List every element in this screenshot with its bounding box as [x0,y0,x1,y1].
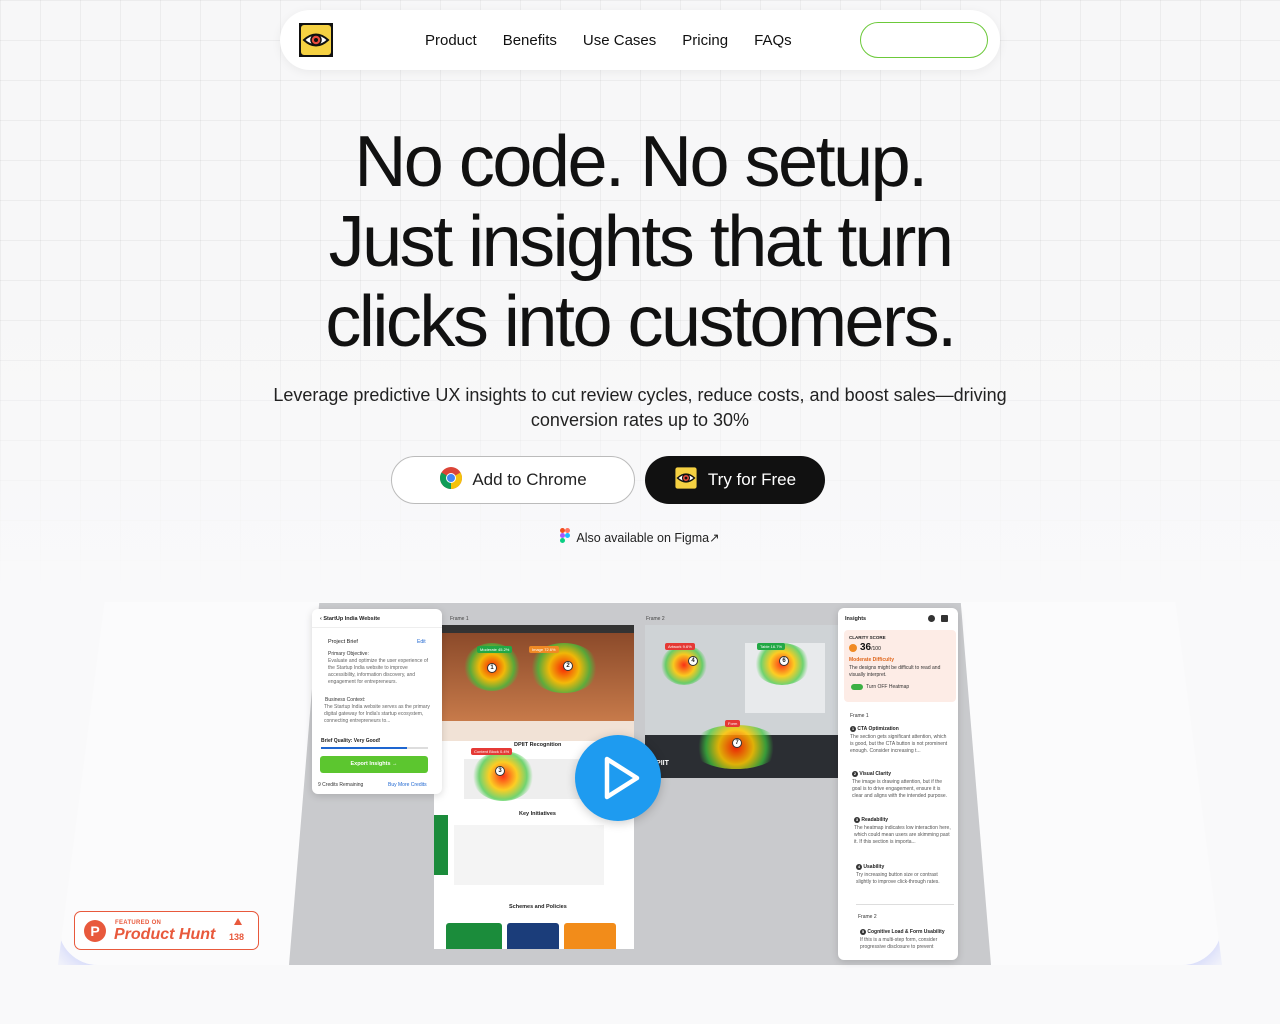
upvote-arrow-icon [234,918,242,925]
brief-label: Project Brief [328,639,358,645]
site-section-2: Schemes and Policies [509,904,567,910]
add-to-chrome-label: Add to Chrome [472,470,587,489]
chrome-icon [439,466,463,495]
add-to-chrome-button[interactable]: Add to Chrome [391,456,635,504]
nav-link-faqs[interactable]: FAQs [754,32,792,49]
figma-availability[interactable]: Also available on Figma↗ [0,528,1280,546]
product-hunt-logo-icon: P [84,920,106,942]
frame2-heading: Frame 2 [858,914,877,920]
insight-item[interactable]: 4 Usability Try increasing button size o… [856,864,954,886]
frame2-tag: Table 16.7% [757,643,786,650]
insights-title: Insights [845,616,867,622]
frame1-heading: Frame 1 [850,713,869,719]
insight-item[interactable]: 2 Visual Clarity The image is drawing at… [852,771,952,800]
score-emoji-icon [849,644,857,652]
play-video-button[interactable] [575,735,661,821]
marker-4[interactable]: 4 [688,656,698,666]
marker-2[interactable]: 2 [563,661,573,671]
hero-subtext: Leverage predictive UX insights to cut r… [273,385,1007,430]
site-section-1: Key Initiatives [519,811,556,817]
score-note: The designs might be difficult to read a… [849,665,941,678]
marker-3[interactable]: 3 [495,766,505,776]
context-title: Business Context: [325,697,366,703]
buy-credits-link[interactable]: Buy More Credits [388,782,427,789]
nav-cta-button[interactable] [860,22,988,58]
frame1-label: Frame 1 [450,616,469,622]
frame1-tag: Image 72.6% [529,646,559,653]
figma-link[interactable]: Also available on Figma↗ [576,530,719,545]
brief-quality: Brief Quality: Very Good! [321,738,381,744]
site-heading: DPIIT Recognition [514,742,562,748]
headline-line-1: No code. No setup. [354,122,928,202]
ph-upvote-count: 138 [229,932,245,942]
objective-text: Evaluate and optimize the user experienc… [328,658,429,685]
insight-item[interactable]: 3 Readability The heatmap indicates low … [854,817,954,846]
frame1-tag: Content Block 0.4% [471,748,513,755]
project-brief-panel: ‹ StartUp India Website Project Brief Ed… [312,609,442,794]
product-hunt-badge[interactable]: P FEATURED ON Product Hunt 138 [74,911,259,950]
try-for-free-label: Try for Free [707,470,797,489]
project-title: ‹ StartUp India Website [320,616,381,622]
marker-1[interactable]: 1 [487,663,497,673]
hero-headline: No code. No setup. Just insights that tu… [0,122,1280,362]
edit-link[interactable]: Edit [417,639,426,646]
eye-logo-icon [673,465,698,495]
credits-remaining: 9 Credits Remaining [318,782,364,788]
score-label: CLARITY SCORE [849,635,886,640]
try-for-free-button[interactable]: Try for Free [645,456,825,504]
nav-links: Product Benefits Use Cases Pricing FAQs [425,10,818,70]
clarity-score-card: CLARITY SCORE 36/100 Moderate Difficulty… [844,630,956,702]
nav-link-pricing[interactable]: Pricing [682,32,728,49]
clarity-score: 36/100 [860,642,881,653]
ph-name: Product Hunt [114,926,216,943]
book-icon[interactable] [941,615,948,622]
nav-link-product[interactable]: Product [425,32,477,49]
frame2-tag: Artwork 9.6% [665,643,695,650]
play-icon [604,756,640,800]
insights-panel: Insights CLARITY SCORE 36/100 Moderate D… [838,608,958,960]
heatmap-toggle[interactable] [851,684,863,690]
frame1-tag: Moderate 45.2% [477,646,513,653]
figma-icon [560,528,571,546]
chat-icon[interactable] [928,615,935,622]
marker-7[interactable]: 7 [732,738,742,748]
nav-link-use-cases[interactable]: Use Cases [583,32,656,49]
export-insights-button[interactable]: Export Insights → [320,756,428,773]
headline-line-2: Just insights that turn [328,202,954,282]
headline-line-3: clicks into customers. [325,282,957,362]
frame2-label: Frame 2 [646,616,665,622]
toggle-label: Turn OFF Heatmap [866,684,910,690]
nav-link-benefits[interactable]: Benefits [503,32,557,49]
difficulty-label: Moderate Difficulty [849,657,895,663]
insight-item[interactable]: 5 Cognitive Load & Form Usability If thi… [860,929,956,951]
objective-title: Primary Objective: [328,651,369,657]
eye-logo-icon[interactable] [299,23,333,57]
frame2-tag: Form [725,720,741,727]
insight-item[interactable]: 1 CTA Optimization The section gets sign… [850,726,950,755]
marker-6[interactable]: 6 [779,656,789,666]
heatmap-spot [661,645,707,685]
context-text: The Startup India website serves as the … [324,704,430,724]
heatmap-spot [472,751,534,801]
top-navbar: Product Benefits Use Cases Pricing FAQs [280,10,1000,70]
